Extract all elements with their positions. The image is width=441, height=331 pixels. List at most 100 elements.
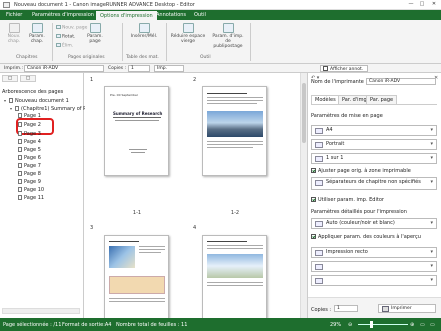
use-editor-row[interactable]: Utiliser param. imp. Editor [311, 197, 384, 203]
fit-page-icon[interactable]: ▭ [420, 322, 425, 328]
color-dropdown[interactable]: Auto (couleur/noir et blanc) ▾ [311, 218, 437, 229]
tree-node-chapter[interactable]: ▾ (Chapitre1) Summary of P [10, 105, 86, 112]
tab-divider [311, 104, 437, 105]
orientation-dropdown[interactable]: Portrait ▾ [311, 139, 437, 150]
printer-name-row: Nom de l'imprimante : [311, 79, 367, 85]
use-editor-checkbox[interactable] [311, 197, 316, 202]
group-chapitres: Chapitres [16, 55, 38, 60]
new-chapter-button[interactable]: Nouv. chap. [4, 23, 24, 44]
tree-node-label: Page 9 [24, 179, 41, 185]
layout-dropdown[interactable]: 1 sur 1 ▾ [311, 153, 437, 164]
zoom-slider[interactable] [358, 324, 408, 325]
page2-text-line [207, 141, 263, 142]
zoom-in-icon[interactable]: ⊕ [410, 322, 414, 328]
delete-button[interactable]: Élim. [56, 43, 73, 49]
chevron-down-icon: ▾ [430, 127, 433, 133]
zoom-slider-thumb[interactable] [370, 321, 373, 328]
tree-tab-2[interactable]: □ [20, 75, 36, 82]
tab-par-page[interactable]: Par. page [366, 95, 398, 104]
separator-dropdown[interactable]: Séparateurs de chapitre non spécifiés ▾ [311, 177, 437, 190]
tree-node-page[interactable]: Page 9 [18, 179, 41, 186]
rotate-button[interactable]: Rotat. [56, 34, 75, 40]
page2-text-line [207, 144, 263, 145]
printer-name-select[interactable]: Canon iR-ADV [366, 78, 436, 85]
tab-parametres-impression[interactable]: Paramètres d'impression [28, 10, 98, 20]
print-params-label: Param. d'imp. de publipostage [212, 34, 244, 49]
show-annot-toggle[interactable]: Afficher annot. [320, 65, 368, 72]
new-page-icon [56, 25, 61, 29]
page2-text-line [207, 103, 257, 104]
chevron-down-icon: ▾ [430, 263, 433, 269]
maximize-icon[interactable]: □ [418, 1, 426, 8]
tree-node-page[interactable]: Page 10 [18, 187, 44, 194]
print-button[interactable]: Imp. [154, 65, 184, 72]
tab-fichier[interactable]: Fichier [2, 10, 26, 20]
page4-heading [207, 241, 247, 242]
tree-node-page[interactable]: Page 3 [18, 131, 41, 138]
print-toolbar: Imprim.: Canon iR-ADV Copies : 1 Imp. Af… [0, 64, 441, 73]
duplex-dropdown[interactable]: Impression recto ▾ [311, 247, 437, 258]
tab-annotations[interactable]: Annotations [152, 10, 190, 20]
copies-input[interactable]: 1 [128, 65, 150, 72]
page-thumbnail-1[interactable]: Pre. 00 September Summary of Research [104, 86, 169, 176]
new-page-button[interactable]: Nouv. page [56, 25, 87, 31]
page-thumbnail-4[interactable] [202, 235, 267, 318]
paper-size-dropdown[interactable]: A4 ▾ [311, 125, 437, 136]
adjust-checkbox[interactable] [311, 168, 316, 173]
insert-tab-label: Insérer/Mél. [130, 34, 158, 39]
apply-color-checkbox[interactable] [311, 234, 316, 239]
tree-node-page[interactable]: Page 8 [18, 171, 41, 178]
separator-value: Séparateurs de chapitre non spécifiés [326, 179, 421, 185]
page-thumbnail-2[interactable] [202, 86, 267, 176]
extra-dropdown[interactable]: ▾ [311, 261, 437, 272]
chapter-params-button[interactable]: Param. chap. [26, 23, 48, 44]
page-params-label: Param. page [87, 34, 103, 44]
tree-hscrollbar[interactable] [2, 308, 80, 314]
print-params-button[interactable]: Param. d'imp. de publipostage [210, 23, 246, 49]
page-icon [18, 122, 22, 127]
tab-options-impression[interactable]: Options d'impression [95, 10, 158, 20]
ribbon: Nouv. chap. Param. chap. Chapitres Nouv.… [0, 20, 441, 64]
delete-label: Élim. [62, 43, 74, 49]
document-icon [9, 98, 13, 103]
adjust-checkbox-row[interactable]: Ajuster page orig. à zone imprimable [311, 168, 411, 174]
tree-node-page[interactable]: Page 5 [18, 147, 41, 154]
tree-tab-1[interactable]: □ [2, 75, 18, 82]
tree-node-page[interactable]: Page 2 [18, 122, 41, 129]
page4-text-line [207, 282, 263, 283]
page-params-button[interactable]: Param. page [84, 23, 106, 44]
tab-outil[interactable]: Outil [190, 10, 210, 20]
tree-node-label: Page 5 [24, 147, 41, 153]
close-icon[interactable]: ✕ [430, 1, 438, 8]
tree-node-document[interactable]: ▾ Nouveau document 1 [4, 97, 69, 104]
printer-select[interactable]: Canon iR-ADV [24, 65, 104, 72]
insert-tab-button[interactable]: Insérer/Mél. [128, 23, 160, 39]
tree-node-page[interactable]: Page 4 [18, 139, 41, 146]
page-thumbnail-3[interactable] [104, 235, 169, 318]
preview-vscrollbar[interactable] [300, 73, 307, 318]
reduce-blank-label: Réduire espace vierge [170, 34, 206, 44]
extra-dropdown-2[interactable]: ▾ [311, 275, 437, 286]
tree-node-page[interactable]: Page 7 [18, 163, 41, 170]
page-icon [18, 131, 22, 136]
zoom-out-icon[interactable]: ⊖ [348, 322, 352, 328]
new-chapter-icon [8, 23, 20, 33]
imprimer-button[interactable]: Imprimer [378, 304, 436, 313]
tree-node-page[interactable]: Page 6 [18, 155, 41, 162]
scrollbar-thumb[interactable] [302, 83, 306, 143]
tree-node-label: (Chapitre1) Summary of P [21, 106, 87, 112]
minimize-icon[interactable]: — [407, 1, 415, 8]
tree-node-page[interactable]: Page 11 [18, 195, 44, 202]
chevron-down-icon: ▾ [430, 141, 433, 147]
fit-width-icon[interactable]: ▭ [430, 322, 435, 328]
reduce-blank-button[interactable]: Réduire espace vierge [170, 23, 206, 44]
page-icon [18, 147, 22, 152]
page4-text-line [207, 285, 263, 286]
chapter-number: 1 [90, 77, 94, 83]
copies-stepper[interactable]: 1 [334, 305, 358, 312]
color-icon [315, 221, 323, 227]
apply-color-row[interactable]: Appliquer param. des couleurs à l'aperçu [311, 234, 421, 240]
tab-modeles[interactable]: Modèles [311, 95, 340, 104]
group-table-des-mat: Table des mat. [126, 55, 159, 60]
extra-option-icon [315, 264, 323, 270]
